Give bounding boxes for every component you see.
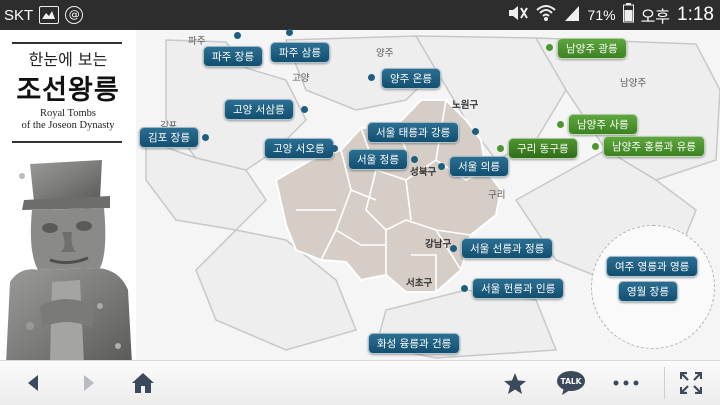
star-icon xyxy=(504,372,526,394)
tomb-pin-namyangju-hongyu[interactable]: 남양주 홍릉과 유릉 xyxy=(603,136,705,157)
carrier-label: SKT xyxy=(4,6,34,24)
gallery-icon xyxy=(39,6,60,24)
fullscreen-icon xyxy=(680,372,702,394)
status-left: SKT @ xyxy=(4,5,84,25)
tomb-dot-seoul-jeong xyxy=(411,156,418,163)
bottom-toolbar: TALK xyxy=(0,360,720,405)
tomb-dot-gimpo-jang xyxy=(202,134,209,141)
tomb-dot-seoul-ui xyxy=(438,163,445,170)
tomb-dot-guri-donggu xyxy=(497,145,504,152)
home-icon xyxy=(132,373,154,393)
tomb-dot-namyangju-gwang xyxy=(546,44,553,51)
more-button[interactable] xyxy=(611,369,641,397)
place-seocho: 서초구 xyxy=(406,278,433,289)
fullscreen-button[interactable] xyxy=(676,369,706,397)
tomb-map: 파주 양주 고양 남양주 노원구 김포 성북구 구리 강남구 서초구 파주 장릉… xyxy=(136,29,720,360)
forward-button[interactable] xyxy=(74,369,104,397)
battery-percent: 71% xyxy=(587,7,616,23)
status-right: 71% 오후 1:18 xyxy=(507,3,714,27)
tomb-pin-seoul-jeong[interactable]: 서울 정릉 xyxy=(348,149,408,170)
tomb-pin-seoul-ui[interactable]: 서울 의릉 xyxy=(449,156,509,177)
battery-icon xyxy=(622,3,634,27)
tomb-pin-namyangju-gwang[interactable]: 남양주 광릉 xyxy=(557,38,627,59)
tomb-pin-seoul-seonjeong[interactable]: 서울 선릉과 정릉 xyxy=(461,238,554,259)
talk-icon: @ xyxy=(65,6,84,24)
status-bar: SKT @ 71% 오후 1:18 xyxy=(0,0,720,30)
back-icon xyxy=(28,375,38,391)
place-gangnam: 강남구 xyxy=(425,239,452,250)
signal-icon xyxy=(563,4,581,26)
tomb-dot-namyangju-hongyu xyxy=(592,143,599,150)
title-english: Royal Tombs of the Joseon Dynasty xyxy=(0,108,136,132)
tomb-dot-seoul-seonjeong xyxy=(450,245,457,252)
talk-label: TALK xyxy=(560,377,582,386)
title-subtitle: 한눈에 보는 xyxy=(28,50,108,69)
home-button[interactable] xyxy=(128,369,158,397)
place-nowon: 노원구 xyxy=(452,100,479,111)
tomb-pin-paju-jang[interactable]: 파주 장릉 xyxy=(203,46,263,67)
back-button[interactable] xyxy=(18,369,48,397)
title-top-rule xyxy=(12,42,122,44)
place-goyang: 고양 xyxy=(292,73,310,84)
tomb-dot-seoul-taegang xyxy=(472,128,479,135)
tomb-pin-seoul-taegang[interactable]: 서울 태릉과 강릉 xyxy=(367,122,460,143)
bookmark-button[interactable] xyxy=(500,369,530,397)
tomb-pin-hwaseong-yunggeon[interactable]: 화성 융릉과 건릉 xyxy=(368,333,461,354)
tomb-dot-goyang-seosam xyxy=(301,106,308,113)
more-icon xyxy=(613,380,639,386)
tomb-dot-seoul-heonin xyxy=(461,285,468,292)
title-english-line2: of the Joseon Dynasty xyxy=(21,120,115,131)
tomb-pin-paju-sam[interactable]: 파주 삼릉 xyxy=(270,42,330,63)
tomb-pin-yeongwol-jang[interactable]: 영월 장릉 xyxy=(618,281,678,302)
place-yangju: 양주 xyxy=(376,48,394,59)
tomb-pin-seoul-heonin[interactable]: 서울 헌릉과 인릉 xyxy=(472,278,565,299)
forward-icon xyxy=(84,375,94,391)
mute-icon xyxy=(507,4,529,26)
tomb-pin-yeoju-yeongnyeong[interactable]: 여주 영릉과 영릉 xyxy=(606,256,699,277)
tomb-pin-gimpo-jang[interactable]: 김포 장릉 xyxy=(139,127,199,148)
tomb-pin-goyang-seoo[interactable]: 고양 서오릉 xyxy=(264,138,334,159)
kakaotalk-share-button[interactable]: TALK xyxy=(553,369,589,397)
wifi-icon xyxy=(535,4,556,26)
time-ampm: 오후 xyxy=(640,9,671,26)
title-panel: 한눈에 보는 조선왕릉 Royal Tombs of the Joseon Dy… xyxy=(0,30,136,364)
stone-statue-image xyxy=(6,160,132,364)
tomb-dot-goyang-seoo xyxy=(331,145,338,152)
toolbar-divider xyxy=(664,367,665,399)
tomb-dot-yangju-on xyxy=(368,74,375,81)
title-english-line1: Royal Tombs xyxy=(40,108,96,119)
place-seongbuk: 성북구 xyxy=(410,167,437,178)
tomb-dot-paju-sam xyxy=(286,29,293,36)
title-bottom-rule xyxy=(12,141,122,143)
place-guri: 구리 xyxy=(488,190,506,201)
tomb-dot-namyangju-sa xyxy=(557,121,564,128)
tomb-pin-goyang-seosam[interactable]: 고양 서삼릉 xyxy=(224,99,294,120)
tomb-pin-namyangju-sa[interactable]: 남양주 사릉 xyxy=(568,114,638,135)
tomb-pin-guri-donggu[interactable]: 구리 동구릉 xyxy=(508,138,578,159)
place-namyangju: 남양주 xyxy=(620,78,647,89)
time-clock: 1:18 xyxy=(677,4,714,25)
page-title: 조선왕릉 xyxy=(16,75,120,106)
tomb-pin-yangju-on[interactable]: 양주 온릉 xyxy=(381,68,441,89)
tomb-dot-paju-jang xyxy=(234,32,241,39)
place-paju: 파주 xyxy=(188,36,206,47)
